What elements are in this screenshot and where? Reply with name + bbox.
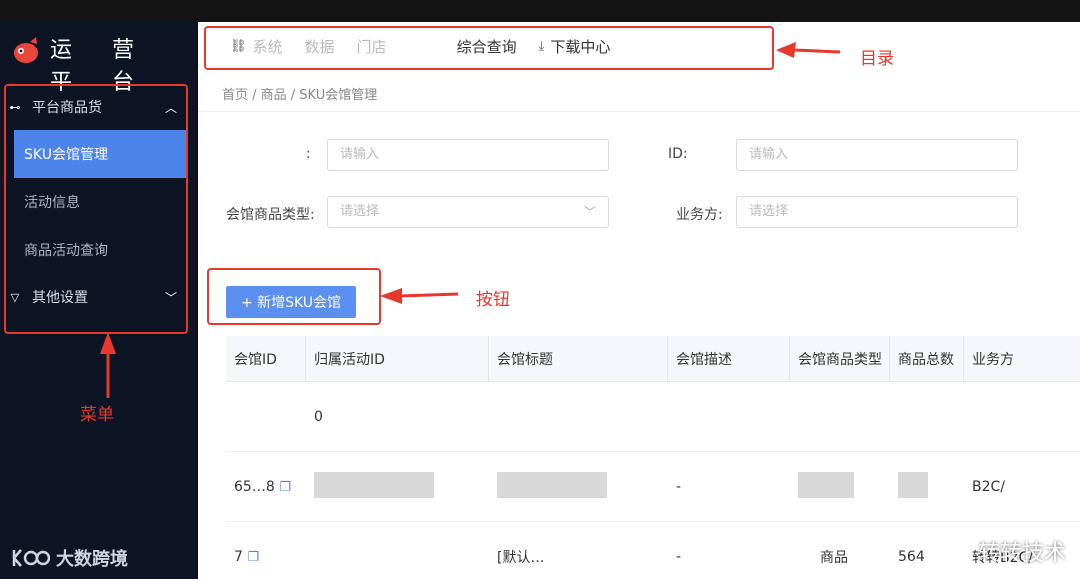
cell-business: B2C/ — [972, 478, 1006, 495]
annotation-box-menu — [4, 84, 188, 334]
watermark: 转转技术 — [936, 535, 1066, 567]
brand-logo-icon — [12, 549, 50, 567]
annotation-label-button: 按钮 — [476, 290, 510, 310]
annotation-box-nav — [204, 26, 774, 70]
annotation-box-button — [207, 268, 381, 325]
cell-activity-id — [306, 471, 489, 502]
table-row[interactable]: 65…8 ❐ - B2C/ — [226, 452, 1080, 522]
chevron-down-icon: ﹀ — [583, 205, 596, 219]
cell-title: [默认… — [497, 549, 545, 566]
business-select[interactable]: 请选择 — [736, 196, 1018, 228]
cell-desc: - — [676, 478, 682, 495]
cell-desc: - — [676, 548, 682, 565]
col-header-goods-type[interactable]: 会馆商品类型 — [790, 335, 890, 382]
cell-goods-type: 商品 — [820, 549, 848, 566]
divider — [198, 111, 1080, 112]
sidebar-footer-brand: 大数跨境 — [10, 545, 128, 571]
select-placeholder: 请选择 — [340, 204, 380, 219]
redacted-block — [314, 471, 434, 498]
footer-brand-text: 大数跨境 — [56, 549, 128, 570]
filter-label-hall-type: 会馆商品类型: — [226, 207, 315, 223]
cell-goods-total — [890, 471, 964, 502]
redacted-block — [798, 471, 854, 498]
cell-activity-id: 0 — [314, 408, 323, 425]
filter-input-a[interactable]: 请输入 — [327, 139, 609, 171]
cell-hall-id: 7 ❐ — [226, 549, 306, 565]
table-header: 会馆ID 归属活动ID 会馆标题 会馆描述 会馆商品类型 商品总数 业务方 — [226, 335, 1080, 382]
col-header-hall-id[interactable]: 会馆ID — [226, 335, 306, 382]
filter-label-b: ID: — [668, 146, 688, 162]
col-header-title[interactable]: 会馆标题 — [489, 335, 668, 382]
annotation-arrow-nav — [776, 42, 841, 58]
annotation-arrow-button — [380, 288, 459, 304]
wechat-icon — [936, 538, 968, 563]
filter-label-business: 业务方: — [676, 207, 723, 223]
filter-input-id[interactable]: 请输入 — [736, 139, 1018, 171]
redacted-block — [497, 471, 607, 498]
filter-label-a: : — [306, 146, 311, 162]
copy-icon[interactable]: ❐ — [279, 480, 291, 495]
cell-goods-type — [790, 471, 890, 502]
hall-id-text: 65…8 — [234, 478, 275, 495]
annotation-label-nav: 目录 — [860, 49, 894, 69]
redacted-block — [898, 471, 928, 498]
window-top-bar — [0, 0, 1080, 22]
hall-type-select[interactable]: 请选择 ﹀ — [327, 196, 609, 228]
col-header-business[interactable]: 业务方 — [964, 336, 1080, 382]
copy-icon[interactable]: ❐ — [247, 550, 259, 565]
table-row[interactable]: 0 — [226, 382, 1080, 452]
watermark-text: 转转技术 — [977, 541, 1066, 566]
breadcrumb: 首页 / 商品 / SKU会馆管理 — [222, 88, 378, 103]
annotation-arrow-menu — [100, 332, 116, 398]
app-logo-icon — [14, 37, 38, 63]
col-header-goods-total[interactable]: 商品总数 — [890, 335, 964, 382]
cell-hall-id: 65…8 ❐ — [226, 479, 306, 495]
cell-title — [489, 471, 668, 502]
col-header-desc[interactable]: 会馆描述 — [668, 335, 790, 382]
hall-id-text: 7 — [234, 548, 243, 565]
col-header-activity-id[interactable]: 归属活动ID — [306, 335, 489, 382]
annotation-label-menu: 菜单 — [80, 405, 114, 425]
